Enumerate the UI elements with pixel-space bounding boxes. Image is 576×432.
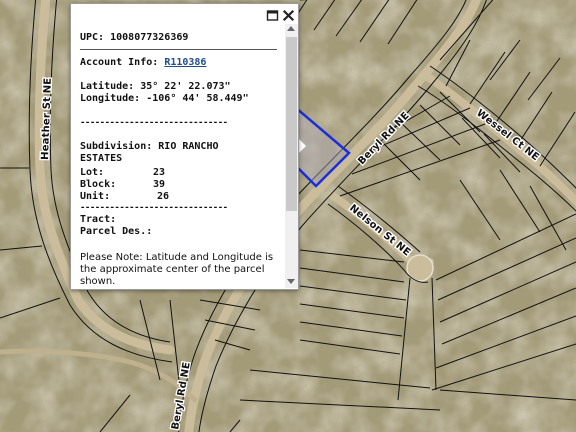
subdivision-value-line1: RIO RANCHO <box>158 141 219 152</box>
popup-titlebar <box>71 4 296 24</box>
scroll-up-arrow-icon[interactable] <box>287 26 295 31</box>
upc-row: UPC: 1008077326369 <box>80 32 188 44</box>
note-line-1: Please Note: Latitude and Longitude is <box>80 252 274 263</box>
subdivision-label: Subdivision: <box>80 141 153 152</box>
block-label: Block: <box>80 179 117 190</box>
close-icon[interactable] <box>282 7 295 22</box>
maximize-icon[interactable] <box>266 7 279 21</box>
parcel-info-popup: UPC: 1008077326369 Account Info: R110386… <box>70 3 299 290</box>
title-divider <box>80 49 277 50</box>
latitude-value: 35° 22' 22.073" <box>140 81 231 92</box>
account-row: Account Info: R110386 <box>80 57 206 69</box>
popup-content: UPC: 1008077326369 Account Info: R110386… <box>71 24 283 288</box>
note-line-2: the approximate center of the parcel <box>80 264 265 275</box>
scroll-down-arrow-icon[interactable] <box>287 279 295 284</box>
latitude-row: Latitude: 35° 22' 22.073" <box>80 81 231 93</box>
longitude-label: Longitude: <box>80 93 141 104</box>
subdivision-value-line2: ESTATES <box>80 153 123 164</box>
upc-value: 1008077326369 <box>110 32 189 43</box>
account-link[interactable]: R110386 <box>164 57 206 68</box>
scrollbar-thumb[interactable] <box>286 37 297 211</box>
note-line-3: shown. <box>80 276 116 287</box>
lot-value: 23 <box>153 167 166 178</box>
divider-dashes-2: ------------------------------ <box>80 203 228 213</box>
longitude-row: Longitude: -106° 44' 58.449" <box>80 93 249 105</box>
block-value: 39 <box>153 179 166 190</box>
subdivision-row: Subdivision: RIO RANCHO <box>80 141 219 153</box>
longitude-value: -106° 44' 58.449" <box>146 93 249 104</box>
account-label: Account Info: <box>80 57 159 68</box>
lot-label: Lot: <box>80 167 105 178</box>
upc-label: UPC: <box>80 32 105 43</box>
parcel-des-label: Parcel Des.: <box>80 226 153 237</box>
divider-dashes-1: ------------------------------ <box>80 118 228 128</box>
popup-scrollbar[interactable] <box>285 24 298 288</box>
latitude-label: Latitude: <box>80 81 135 92</box>
tract-label: Tract: <box>80 214 117 225</box>
